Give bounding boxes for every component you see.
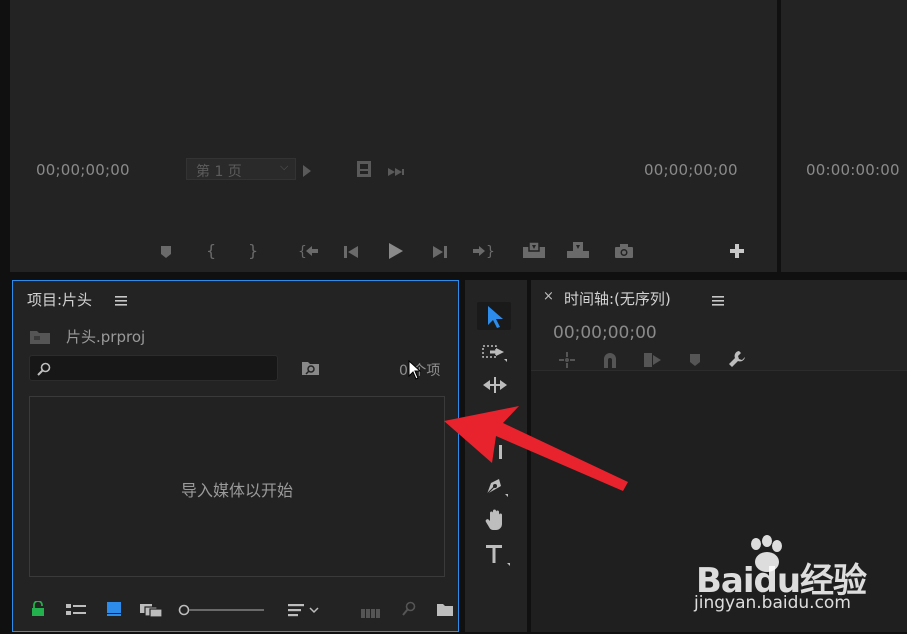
source-timecode[interactable]: 00;00;00;00 bbox=[36, 161, 130, 179]
source-monitor-panel: 00;00;00;00 第 1 页 ⌵ 00;00;00;00 { } { } bbox=[10, 0, 777, 272]
mouse-cursor-icon bbox=[408, 360, 422, 380]
selection-tool-icon[interactable] bbox=[477, 302, 511, 330]
panel-title[interactable]: 项目:片头 bbox=[27, 289, 92, 310]
track-select-tool-icon[interactable] bbox=[482, 342, 508, 366]
icon-view-icon[interactable] bbox=[107, 601, 121, 621]
watermark-url: jingyan.baidu.com bbox=[694, 593, 851, 613]
empty-message: 导入媒体以开始 bbox=[180, 481, 293, 500]
project-panel: 项目:片头 片头.prproj 0 个项 导入媒体以开始 bbox=[12, 280, 459, 632]
mark-out-icon[interactable]: } bbox=[248, 241, 258, 260]
lock-icon[interactable] bbox=[31, 600, 45, 621]
project-folder-icon bbox=[29, 328, 51, 349]
insert-icon[interactable] bbox=[522, 241, 546, 263]
freeform-view-icon[interactable] bbox=[140, 602, 164, 621]
timeline-title[interactable]: 时间轴:(无序列) bbox=[564, 288, 671, 309]
media-drop-area[interactable]: 导入媒体以开始 bbox=[29, 396, 445, 577]
audio-waveform-icon[interactable] bbox=[388, 163, 406, 182]
ripple-edit-tool-icon[interactable] bbox=[482, 375, 508, 399]
overwrite-icon[interactable] bbox=[566, 241, 590, 263]
zoom-slider[interactable] bbox=[178, 602, 266, 616]
timeline-timecode[interactable]: 00;00;00;00 bbox=[553, 323, 657, 343]
source-duration-timecode: 00;00;00;00 bbox=[644, 161, 738, 179]
timeline-menu-icon[interactable] bbox=[712, 292, 724, 311]
add-marker-icon[interactable] bbox=[160, 244, 172, 263]
find-icon[interactable] bbox=[402, 601, 416, 620]
go-to-out-icon[interactable]: } bbox=[472, 243, 495, 263]
automate-to-sequence-icon[interactable] bbox=[361, 604, 381, 623]
add-button-icon[interactable] bbox=[729, 243, 745, 263]
new-bin-icon[interactable] bbox=[436, 602, 454, 621]
mark-in-icon[interactable]: { bbox=[206, 241, 216, 260]
list-view-icon[interactable] bbox=[66, 602, 86, 621]
razor-tool-icon[interactable] bbox=[485, 408, 507, 432]
page-select-value: 第 1 页 bbox=[196, 164, 242, 180]
find-bin-icon[interactable] bbox=[301, 360, 320, 380]
svg-text:{: { bbox=[298, 244, 307, 259]
page-select[interactable]: 第 1 页 ⌵ bbox=[186, 158, 296, 180]
step-back-icon[interactable] bbox=[344, 244, 360, 263]
close-tab-button[interactable]: × bbox=[543, 289, 554, 304]
project-file-name: 片头.prproj bbox=[66, 328, 146, 346]
go-to-in-icon[interactable]: { bbox=[298, 243, 320, 263]
sort-icon[interactable] bbox=[288, 602, 320, 621]
pen-tool-icon[interactable] bbox=[483, 475, 509, 501]
panel-menu-icon[interactable] bbox=[115, 292, 127, 311]
wrench-icon[interactable] bbox=[728, 350, 746, 372]
tools-panel bbox=[465, 280, 527, 632]
search-icon bbox=[37, 361, 51, 380]
search-input[interactable] bbox=[29, 355, 278, 381]
play-next-icon[interactable] bbox=[302, 163, 312, 182]
chevron-down-icon: ⌵ bbox=[280, 160, 289, 173]
play-icon[interactable] bbox=[388, 242, 404, 264]
hand-tool-icon[interactable] bbox=[484, 508, 508, 536]
program-timecode[interactable]: 00:00:00:00 bbox=[806, 161, 900, 179]
step-forward-icon[interactable] bbox=[432, 244, 448, 263]
program-monitor-panel: 00:00:00:00 bbox=[781, 0, 907, 272]
add-marker-icon[interactable] bbox=[689, 352, 701, 371]
type-tool-icon[interactable] bbox=[484, 543, 510, 571]
film-icon[interactable] bbox=[356, 160, 372, 182]
svg-text:}: } bbox=[486, 244, 494, 259]
baidu-watermark: Baidu经验 jingyan.baidu.com bbox=[690, 535, 905, 615]
slip-tool-icon[interactable] bbox=[485, 443, 507, 467]
camera-icon[interactable] bbox=[614, 243, 634, 263]
